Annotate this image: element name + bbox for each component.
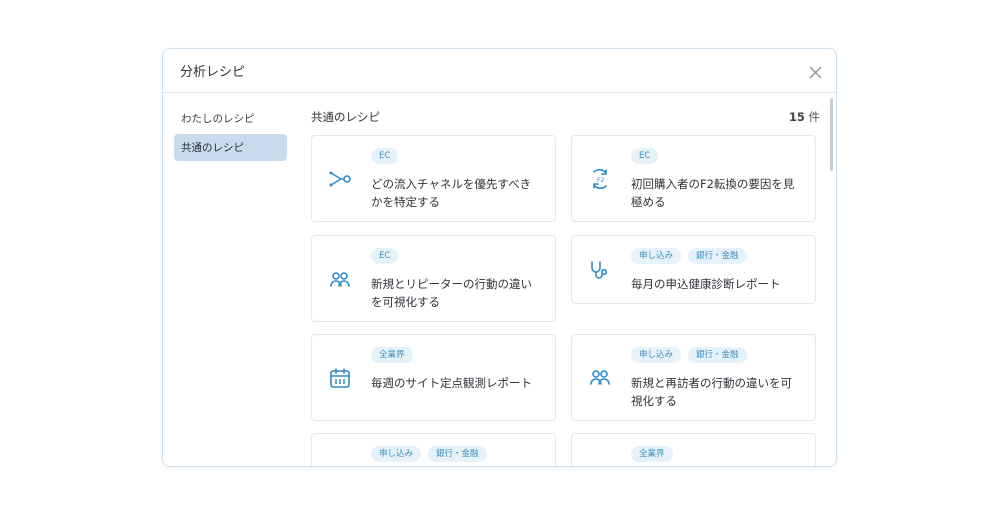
sidebar-item-shared-recipes[interactable]: 共通のレシピ (174, 134, 287, 161)
tag: EC (631, 148, 659, 164)
tag-list: EC (371, 248, 399, 264)
tag: EC (371, 248, 399, 264)
calendar-icon (329, 367, 351, 389)
modal-title: 分析レシピ (180, 65, 246, 80)
tag: 申し込み (631, 347, 682, 363)
tag-list: 全業界 (371, 347, 413, 363)
recipe-title: 毎月の申込健康診断レポート (631, 277, 781, 291)
recipe-content: 共通のレシピ 15 件 EC どの流入チャネルを優先すべきかを特定する EC F… (311, 93, 836, 466)
sidebar-item-my-recipes[interactable]: わたしのレシピ (174, 105, 287, 132)
tag: 銀行・金融 (688, 248, 747, 264)
tag-list: 申し込み 銀行・金融 (631, 347, 747, 363)
tag: 全業界 (371, 347, 413, 363)
sidebar-item-label: 共通のレシピ (181, 142, 244, 154)
recipe-count: 15 件 (789, 109, 820, 125)
recipe-card[interactable]: 全業界 (571, 433, 816, 466)
svg-text:F2: F2 (597, 177, 604, 184)
tag-list: 申し込み 銀行・金融 (631, 248, 747, 264)
tag-list: 全業界 (631, 446, 673, 462)
recipe-card[interactable]: 申し込み 銀行・金融 毎月の申込健康診断レポート (571, 235, 816, 304)
channel-branch-icon (329, 168, 351, 190)
recipe-title: どの流入チャネルを優先すべきかを特定する (371, 177, 532, 209)
recipe-title: 毎週のサイト定点観測レポート (371, 376, 532, 390)
tag: 銀行・金融 (428, 446, 487, 462)
recipe-title: 新規と再訪者の行動の違いを可視化する (631, 376, 792, 408)
sidebar: わたしのレシピ 共通のレシピ (163, 93, 299, 466)
f2-cycle-icon: F2 (589, 168, 611, 190)
tag-list: 申し込み 銀行・金融 (371, 446, 487, 462)
recipe-title: 初回購入者のF2転換の要因を見極める (631, 177, 795, 209)
tag: EC (371, 148, 399, 164)
recipe-card[interactable]: EC 新規とリピーターの行動の違いを可視化する (311, 235, 556, 322)
recipe-card[interactable]: 申し込み 銀行・金融 新規と再訪者の行動の違いを可視化する (571, 334, 816, 421)
tag: 申し込み (371, 446, 422, 462)
recipe-card[interactable]: EC どの流入チャネルを優先すべきかを特定する (311, 135, 556, 222)
tag: 申し込み (631, 248, 682, 264)
tag-list: EC (631, 148, 659, 164)
scrollbar[interactable] (830, 98, 833, 171)
tag-list: EC (371, 148, 399, 164)
recipe-title: 新規とリピーターの行動の違いを可視化する (371, 277, 532, 309)
users-icon (329, 269, 351, 291)
recipe-card[interactable]: 全業界 毎週のサイト定点観測レポート (311, 334, 556, 421)
count-number: 15 (788, 110, 805, 124)
count-unit: 件 (808, 110, 821, 124)
modal-header: 分析レシピ (163, 49, 836, 93)
recipe-card[interactable]: EC F2 初回購入者のF2転換の要因を見極める (571, 135, 816, 222)
sidebar-item-label: わたしのレシピ (181, 113, 255, 125)
tag: 全業界 (631, 446, 673, 462)
recipe-modal: 分析レシピ わたしのレシピ 共通のレシピ 共通のレシピ 15 件 EC どの流入… (162, 48, 837, 467)
recipe-card[interactable]: 申し込み 銀行・金融 (311, 433, 556, 466)
stethoscope-icon (589, 259, 611, 281)
tag: 銀行・金融 (688, 347, 747, 363)
close-icon[interactable] (809, 64, 822, 79)
users-icon (589, 367, 611, 389)
section-title: 共通のレシピ (311, 110, 380, 124)
